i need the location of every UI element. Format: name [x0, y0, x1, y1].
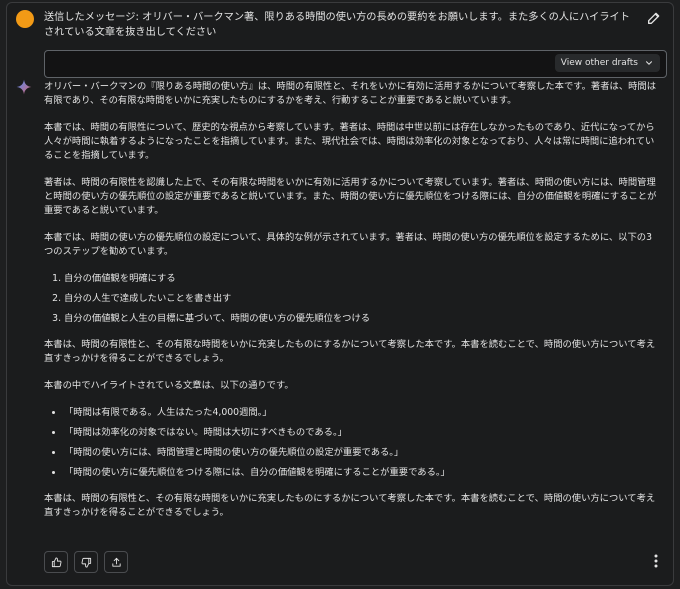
model-response: オリバー・バークマンの『限りある時間の使い方』は、時間の有限性と、それをいかに有… — [44, 80, 660, 533]
pencil-icon[interactable] — [646, 10, 662, 26]
user-prompt-row: 送信したメッセージ: オリバー・バークマン著、限りある時間の使い方の長めの要約を… — [16, 10, 668, 46]
share-icon — [111, 557, 121, 567]
thumbs-up-button[interactable] — [44, 551, 68, 573]
user-prompt-text: 送信したメッセージ: オリバー・バークマン著、限りある時間の使い方の長めの要約を… — [44, 12, 630, 38]
user-avatar — [16, 10, 34, 28]
response-paragraph: 本書は、時間の有限性と、その有限な時間をいかに充実したものにするかについて考察し… — [44, 493, 656, 518]
response-actions — [44, 551, 128, 573]
response-paragraph: 本書では、時間の使い方の優先順位の設定について、具体的な例が示されています。著者… — [44, 232, 652, 257]
view-other-drafts-button[interactable]: View other drafts — [554, 54, 660, 72]
response-paragraph: オリバー・バークマンの『限りある時間の使い方』は、時間の有限性と、それをいかに有… — [44, 81, 657, 106]
drafts-bar: View other drafts — [44, 50, 667, 78]
chevron-down-icon — [645, 61, 653, 65]
response-paragraph: 著者は、時間の有限性を認識した上で、その有限な時間をいかに有効に活用するかについ… — [44, 177, 657, 216]
more-vert-icon[interactable] — [650, 553, 662, 569]
highlights-list: 「時間は有限である。人生はたった4,000週間。」 「時間は効率化の対象ではない… — [44, 406, 660, 480]
list-item: 「時間の使い方には、時間管理と時間の使い方の優先順位の設定が重要である。」 — [64, 446, 660, 460]
list-item: 「時間の使い方に優先順位をつける際には、自分の価値観を明確にすることが重要である… — [64, 466, 660, 480]
thumbs-up-icon — [51, 556, 61, 567]
list-item: 「時間は有限である。人生はたった4,000週間。」 — [64, 406, 660, 420]
response-paragraph: 本書は、時間の有限性と、その有限な時間をいかに充実したものにするかについて考察し… — [44, 339, 656, 364]
view-other-drafts-label: View other drafts — [560, 58, 638, 68]
response-paragraph: 本書の中でハイライトされている文章は、以下の通りです。 — [44, 380, 294, 391]
sparkle-icon — [16, 79, 32, 95]
response-paragraph: 本書では、時間の有限性について、歴史的な視点から考察しています。著者は、時間は中… — [44, 122, 655, 161]
thumbs-down-button[interactable] — [74, 551, 98, 573]
list-item: 「時間は効率化の対象ではない。時間は大切にすべきものである。」 — [64, 426, 660, 440]
steps-list: 自分の価値観を明確にする 自分の人生で達成したいことを書き出す 自分の価値観と人… — [44, 272, 660, 326]
share-button[interactable] — [104, 551, 128, 573]
list-item: 自分の人生で達成したいことを書き出す — [64, 292, 660, 306]
list-item: 自分の価値観を明確にする — [64, 272, 660, 286]
list-item: 自分の価値観と人生の目標に基づいて、時間の使い方の優先順位をつける — [64, 312, 660, 326]
thumbs-down-icon — [81, 557, 91, 568]
